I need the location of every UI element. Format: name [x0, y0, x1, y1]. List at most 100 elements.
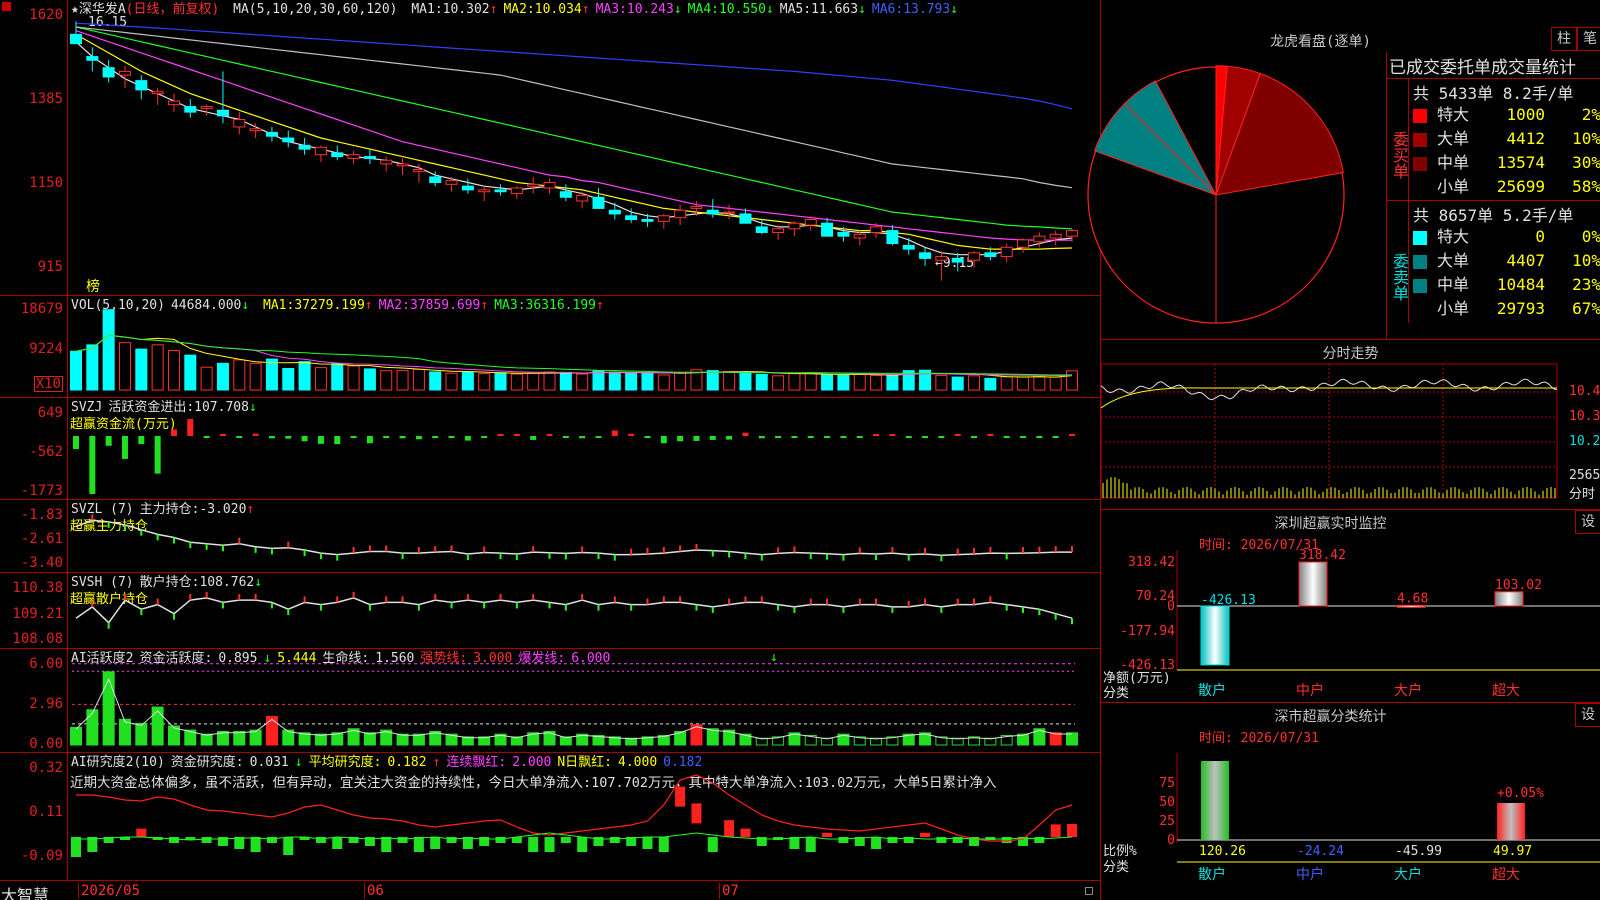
flow-bar: [432, 436, 439, 438]
activity-bar: [265, 716, 278, 746]
ai-research-chart[interactable]: [0, 753, 1100, 881]
order-row: 小单 25699 58%: [1413, 175, 1600, 199]
volume-bar: [249, 362, 262, 391]
fs-tick: 10.47: [1569, 384, 1600, 399]
research-bar: [707, 837, 718, 852]
research-bar: [544, 837, 555, 852]
bar-mode-button[interactable]: 柱: [1551, 27, 1577, 51]
volume-bar: [821, 374, 834, 391]
ai-activity-pane[interactable]: 6.00 2.96 0.00 AI活跃度2 资金活跃度: 0.895 ↓ 5.444 生命…: [0, 648, 1100, 752]
flow-bar: [873, 434, 880, 436]
flow-bar: [758, 436, 765, 439]
volume-chart[interactable]: [0, 296, 1100, 398]
svzj-chart[interactable]: [0, 398, 1100, 500]
ss-category: 超大: [1492, 867, 1520, 883]
ss-bar-chart[interactable]: 75 50 25 0 +0.05% 120.26 散户 -24.24 中户 -45.99 大户 49.…: [1101, 703, 1600, 900]
sz-tick: 318.42: [1128, 555, 1175, 570]
sz-category: 超大: [1492, 683, 1520, 699]
svzl-pane[interactable]: -1.83 -2.61 -3.40 SVZL (7)主力持仓:-3.020↑ 超…: [0, 499, 1100, 572]
order-percent: 23%: [1572, 275, 1600, 294]
volume-bar: [363, 368, 376, 391]
lhb-pie-chart[interactable]: [1087, 0, 1381, 340]
candle-body: [527, 183, 540, 187]
volume-bar: [151, 344, 164, 391]
candle-body: [298, 144, 311, 150]
candle-body: [625, 215, 638, 221]
sz-category: 散户: [1198, 682, 1226, 699]
intraday-chart[interactable]: [1100, 340, 1600, 510]
volume-bar: [853, 374, 866, 391]
volume-bar: [216, 362, 229, 391]
research-bar: [920, 832, 931, 837]
flow-bar: [611, 430, 618, 436]
flow-bar: [219, 434, 226, 436]
volume-bar: [804, 372, 817, 391]
volume-pane[interactable]: 18679 9224 X10 VOL(5,10,20) 44684.000↓ MA…: [0, 295, 1100, 397]
candle-body: [249, 128, 262, 132]
volume-bar: [870, 374, 883, 391]
brand-logo: 大智慧: [1, 886, 50, 900]
flow-bar: [660, 436, 667, 444]
candle-body: [347, 154, 360, 159]
volume-bar: [347, 365, 360, 391]
candle-body: [412, 169, 425, 172]
sz-monitor-panel: 深圳超赢实时监控 设 时间: 2026/07/31 318.42 70.24 0 -1…: [1100, 510, 1600, 703]
research-bar: [234, 837, 245, 849]
fs-vol: 2565: [1569, 468, 1600, 483]
flow-bar: [628, 433, 635, 436]
volume-bar: [1017, 376, 1030, 391]
volume-bar: [445, 372, 458, 391]
order-row: 大单 4412 10%: [1413, 127, 1600, 151]
research-bar: [168, 837, 179, 843]
lock-icon[interactable]: [1085, 887, 1093, 895]
svsh-pane[interactable]: 110.38 109.21 108.08 SVSH (7) 散户持仓:108.76…: [0, 572, 1100, 648]
kline-pane[interactable]: 1620 1385 1150 915 ★深华发A(日线，前复权) MA(5,10…: [0, 0, 1100, 295]
flow-bar: [824, 436, 831, 438]
flow-bar: [317, 436, 324, 444]
volume-bar: [70, 350, 82, 391]
flow-bar: [775, 436, 782, 438]
candle-body: [510, 187, 523, 195]
flow-bar: [73, 436, 79, 450]
research-bar: [740, 828, 751, 837]
research-bar: [936, 837, 947, 843]
candle-body: [461, 185, 474, 191]
order-type: 中单: [1437, 153, 1470, 172]
date-axis: 大智慧 2026/05 06 07: [0, 880, 1100, 900]
flow-bar: [905, 436, 912, 438]
research-bar: [609, 837, 620, 843]
intraday-panel[interactable]: 分时走势 10.47 10.37 10.27 2565 分时: [1100, 340, 1600, 510]
candle-body: [837, 231, 850, 237]
volume-bar: [510, 373, 523, 391]
svzj-pane[interactable]: 649 -562 -1773 SVZJ 活跃资金进出:107.708↓ 超赢资金流…: [0, 397, 1100, 499]
candle-body: [804, 219, 817, 226]
color-swatch: [1413, 108, 1427, 123]
flow-bar: [971, 436, 978, 438]
buy-summary: 共 5433单 8.2手/单: [1413, 84, 1574, 103]
ai-activity-chart[interactable]: ↓: [0, 649, 1100, 753]
ai-research-pane[interactable]: 0.32 0.11 -0.09 AI研究度2(10) 资金研究度: 0.031 ↓ 平均…: [0, 752, 1100, 880]
svzl-chart[interactable]: [0, 500, 1100, 573]
tick-mode-button[interactable]: 笔: [1577, 27, 1600, 51]
ss-value: -24.24: [1297, 844, 1344, 859]
activity-bar: [363, 732, 376, 746]
ss-value: 49.97: [1493, 844, 1532, 859]
volume-bar: [935, 374, 948, 391]
order-volume: 13574: [1496, 153, 1545, 172]
candle-body: [657, 215, 670, 222]
research-bar: [136, 828, 147, 837]
candle-body: [788, 222, 801, 230]
kline-chart[interactable]: [0, 0, 1100, 295]
order-row: 中单 13574 30%: [1413, 151, 1600, 175]
research-bar: [871, 837, 882, 849]
sz-bar-chart[interactable]: 318.4270.240-177.94-426.13-426.13散户318.4…: [1101, 510, 1600, 703]
volume-bar: [380, 370, 393, 391]
ma-line-MA5: [75, 26, 1073, 189]
candle-body: [608, 209, 621, 215]
activity-bar: [102, 671, 115, 746]
svsh-chart[interactable]: [0, 573, 1100, 649]
volume-bar: [674, 372, 687, 391]
indicator-line: [75, 597, 1073, 624]
candle-body: [233, 119, 246, 128]
volume-bar: [886, 375, 899, 391]
